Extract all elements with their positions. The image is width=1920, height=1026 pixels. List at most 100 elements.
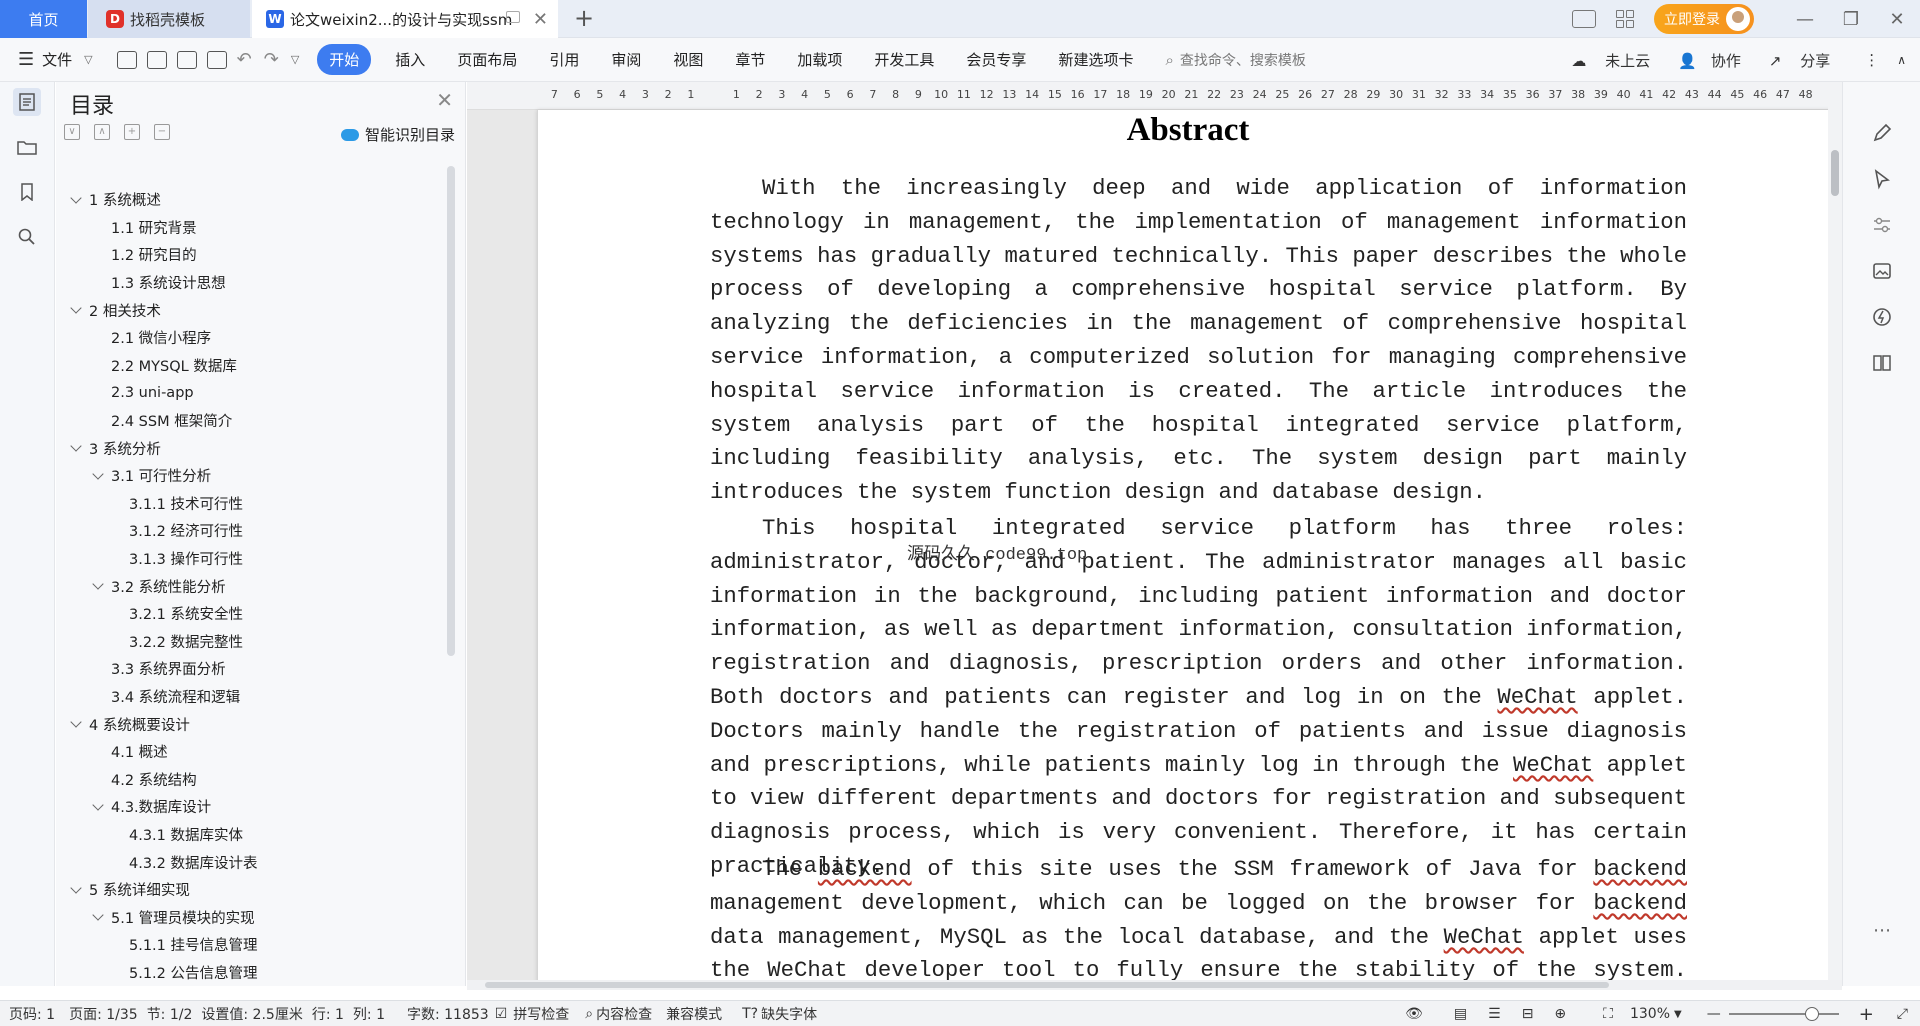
chevron-down-icon[interactable] [92, 578, 104, 590]
document-page[interactable]: Abstract With the increasingly deep and … [537, 110, 1837, 980]
undo-icon[interactable]: ↶ [237, 49, 252, 70]
restore-icon[interactable]: ❐ [1828, 9, 1874, 30]
content-check-icon[interactable]: ⌕ [585, 1006, 593, 1022]
smart-toc-button[interactable]: 智能识别目录 [340, 124, 455, 145]
toc-item[interactable]: 2.3 uni-app [56, 379, 446, 407]
chevron-down-icon[interactable] [70, 716, 82, 728]
vertical-scrollbar[interactable] [1828, 82, 1842, 980]
toc-item[interactable]: 1.1 研究背景 [56, 214, 446, 242]
hamburger-icon[interactable]: ☰ [18, 49, 34, 70]
missing-font-icon[interactable]: T? [742, 1006, 758, 1022]
cursor-icon[interactable] [1871, 168, 1893, 190]
fit-page-icon[interactable]: ⛶ [1603, 1006, 1613, 1022]
reader-icon[interactable] [1871, 352, 1893, 374]
print-icon[interactable] [176, 50, 197, 69]
toc-item[interactable]: 2 相关技术 [56, 296, 446, 324]
collaborate-button[interactable]: 👤 协作 [1678, 50, 1755, 71]
file-menu[interactable]: 文件 [42, 49, 72, 70]
status-section[interactable]: 节: 1/2 [147, 1004, 193, 1024]
toc-item[interactable]: 4.3.2 数据库设计表 [56, 848, 446, 876]
toc-scrollbar[interactable] [447, 166, 455, 656]
status-row[interactable]: 行: 1 [312, 1004, 344, 1024]
status-word-count[interactable]: 字数: 11853 [407, 1004, 489, 1024]
toc-item[interactable]: 3.2 系统性能分析 [56, 572, 446, 600]
toc-item[interactable]: 4.3.数据库设计 [56, 793, 446, 821]
toc-item[interactable]: 1.2 研究目的 [56, 241, 446, 269]
window-mode-icon[interactable] [1572, 10, 1596, 28]
toc-item[interactable]: 1 系统概述 [56, 186, 446, 214]
login-button[interactable]: 立即登录 [1654, 4, 1754, 34]
status-page-code[interactable]: 页码: 1 [9, 1004, 55, 1024]
status-setting[interactable]: 设置值: 2.5厘米 [201, 1004, 302, 1024]
web-view-icon[interactable]: ⊕ [1554, 1006, 1566, 1022]
toc-item[interactable]: 3.1 可行性分析 [56, 462, 446, 490]
folder-icon[interactable] [13, 133, 41, 161]
zoom-level[interactable]: 130% [1630, 1006, 1670, 1022]
toc-item[interactable]: 4.2 系统结构 [56, 765, 446, 793]
toc-item[interactable]: 2.4 SSM 框架简介 [56, 407, 446, 435]
close-icon[interactable]: ✕ [436, 88, 453, 112]
pin-tab-icon[interactable] [506, 11, 520, 23]
lightning-icon[interactable] [1871, 306, 1893, 328]
new-tab-icon[interactable]: + [574, 4, 594, 32]
read-view-icon[interactable]: ⊟ [1522, 1006, 1534, 1022]
toc-item[interactable]: 3.1.3 操作可行性 [56, 545, 446, 573]
close-tab-icon[interactable]: ✕ [533, 9, 548, 30]
zoom-slider[interactable] [1728, 1007, 1839, 1021]
tab-member[interactable]: 会员专享 [966, 49, 1026, 70]
tab-view[interactable]: 视图 [673, 49, 703, 70]
toc-item[interactable]: 5.1 管理员模块的实现 [56, 903, 446, 931]
tab-review[interactable]: 审阅 [611, 49, 641, 70]
toc-item[interactable]: 3.2.1 系统安全性 [56, 600, 446, 628]
collapse-all-icon[interactable]: ∧ [94, 124, 110, 140]
content-check-button[interactable]: 内容检查 [596, 1004, 652, 1024]
sliders-icon[interactable] [1871, 214, 1893, 236]
chevron-down-icon[interactable] [70, 192, 82, 204]
horizontal-scroll-thumb[interactable] [485, 982, 1609, 988]
chevron-down-icon[interactable] [70, 440, 82, 452]
pen-icon[interactable] [1871, 122, 1893, 144]
fullscreen-icon[interactable]: ⤢ [1897, 1006, 1908, 1022]
print-preview-icon[interactable] [206, 50, 227, 69]
image-tool-icon[interactable] [1871, 260, 1893, 282]
redo-icon[interactable]: ↷ [264, 49, 279, 70]
save-icon[interactable] [116, 50, 137, 69]
search-panel-icon[interactable] [13, 223, 41, 251]
toc-item[interactable]: 3.2.2 数据完整性 [56, 628, 446, 656]
chevron-down-icon[interactable]: ▽ [84, 53, 92, 66]
tab-template[interactable]: D 找稻壳模板 [88, 0, 250, 38]
toc-item[interactable]: 3.1.1 技术可行性 [56, 490, 446, 518]
tab-start[interactable]: 开始 [317, 44, 372, 75]
zoom-out-icon[interactable]: — [1707, 1006, 1721, 1022]
horizontal-scrollbar[interactable] [467, 980, 1842, 990]
spell-check-icon[interactable]: ☑ [495, 1006, 508, 1022]
add-heading-icon[interactable]: + [124, 124, 140, 140]
spell-check-button[interactable]: 拼写检查 [513, 1004, 569, 1024]
tab-document[interactable]: W 论文weixin2...的设计与实现ssm ✕ [252, 0, 558, 38]
bookmark-icon[interactable] [13, 178, 41, 206]
toc-item[interactable]: 3.3 系统界面分析 [56, 655, 446, 683]
command-search-input[interactable]: 查找命令、搜索模板 [1180, 50, 1306, 70]
zoom-in-icon[interactable]: + [1859, 1004, 1874, 1025]
status-page[interactable]: 页面: 1/35 [69, 1004, 138, 1024]
chevron-down-icon[interactable] [70, 302, 82, 314]
tab-page-layout[interactable]: 页面布局 [457, 49, 517, 70]
toc-item[interactable]: 5 系统详细实现 [56, 876, 446, 904]
remove-heading-icon[interactable]: − [154, 124, 170, 140]
horizontal-ruler[interactable]: 7 6 5 4 3 2 1 1 2 3 4 5 6 7 8 9 10 11 12 13 14 15 16 17 18 19 20 21… [467, 82, 1837, 110]
cloud-status-button[interactable]: ☁ 未上云 [1571, 50, 1664, 71]
export-pdf-icon[interactable] [146, 50, 167, 69]
toc-item[interactable]: 2.2 MYSQL 数据库 [56, 352, 446, 380]
toc-item[interactable]: 1.3 系统设计思想 [56, 269, 446, 297]
toc-item[interactable]: 3.4 系统流程和逻辑 [56, 683, 446, 711]
eye-protection-icon[interactable]: 👁 [1405, 1006, 1423, 1022]
zoom-dropdown-icon[interactable]: ▼ [1674, 1009, 1682, 1020]
outline-view-icon[interactable]: ☰ [1488, 1006, 1501, 1022]
more-tools-icon[interactable]: ⋯ [1873, 920, 1891, 941]
toc-item[interactable]: 3 系统分析 [56, 434, 446, 462]
share-button[interactable]: ↗ 分享 [1769, 50, 1844, 71]
close-window-icon[interactable]: ✕ [1874, 9, 1920, 30]
status-col[interactable]: 列: 1 [353, 1004, 385, 1024]
toc-item[interactable]: 5.1.2 公告信息管理 [56, 959, 446, 987]
chevron-down-icon[interactable] [70, 881, 82, 894]
